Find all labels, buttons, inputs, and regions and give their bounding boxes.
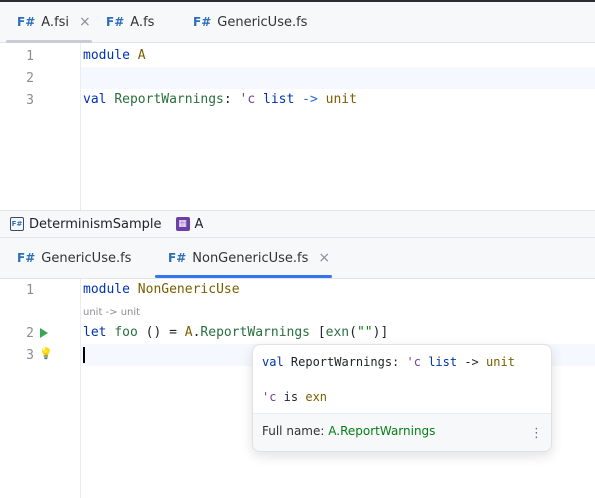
code-token: A [137, 48, 146, 63]
code-token: let [83, 325, 107, 340]
popup-signature: val ReportWarnings: 'c list -> unit [262, 355, 515, 369]
gutter-separator [80, 279, 81, 498]
breadcrumb: F# DeterminismSample ▦ A [0, 210, 595, 238]
module-icon: ▦ [175, 217, 190, 231]
quick-documentation-popup: val ReportWarnings: 'c list -> unit 'c i… [252, 344, 552, 452]
code-token: foo [114, 325, 138, 340]
tab-a-fs[interactable]: F# A.fs [106, 2, 154, 42]
breadcrumb-project[interactable]: F# DeterminismSample [10, 217, 162, 232]
code-token: val [83, 92, 107, 107]
code-token: ReportWarnings [200, 325, 310, 340]
tab-genericuse-fs[interactable]: F# GenericUse.fs [17, 238, 131, 278]
code-token: is [276, 390, 306, 404]
code-token: )] [372, 325, 389, 340]
tab-label: GenericUse.fs [217, 14, 308, 30]
code-token: NonGenericUse [137, 282, 240, 297]
tab-label: A.fs [130, 14, 155, 30]
line-number: 3 [26, 93, 34, 108]
full-name-label: Full name: [262, 424, 325, 438]
breadcrumb-project-label: DeterminismSample [29, 216, 162, 232]
breadcrumb-namespace-label: A [194, 216, 204, 232]
current-line-highlight [81, 67, 595, 89]
popup-generic-info: 'c is exn [262, 390, 327, 404]
fsharp-project-icon: F# [10, 217, 24, 231]
top-editor[interactable]: 1 2 3 module A val ReportWarnings: 'c li… [0, 43, 595, 210]
top-tab-bar: F# A.fsi × F# A.fs F# GenericUse.fs [0, 2, 595, 43]
tab-genericuse-fs[interactable]: F# GenericUse.fs [193, 2, 307, 42]
code-token: unit [486, 355, 515, 369]
code-token: "" [356, 325, 373, 340]
tab-a-fsi[interactable]: F# A.fsi × [17, 2, 91, 42]
popup-footer: Full name: A.ReportWarnings ⋮ [253, 414, 551, 451]
tab-nongenericuse-fs[interactable]: F# NonGenericUse.fs × [168, 238, 330, 278]
code-token: val [262, 355, 284, 369]
active-tab-indicator [155, 275, 332, 278]
code-token: exn [305, 390, 328, 404]
line-number: 2 [26, 71, 34, 86]
close-icon[interactable]: × [318, 250, 330, 266]
code-token: ( [349, 325, 357, 340]
code-token: 'c [239, 92, 256, 107]
line-number: 1 [26, 49, 34, 64]
full-name-value[interactable]: A.ReportWarnings [328, 424, 435, 438]
more-options-icon[interactable]: ⋮ [530, 426, 543, 441]
code-token: exn [325, 325, 350, 340]
code-token: 'c [406, 355, 421, 369]
code-token: list [428, 355, 458, 369]
code-line: module NonGenericUse [83, 282, 240, 297]
run-icon[interactable] [40, 328, 48, 338]
fsharp-file-icon: F# [17, 251, 36, 265]
code-line: module A [83, 48, 146, 63]
code-token: ReportWarnings: [283, 355, 407, 369]
fsharp-file-icon: F# [193, 15, 212, 29]
close-icon[interactable]: × [79, 14, 91, 30]
code-token: unit [325, 92, 357, 107]
code-token: -> [302, 92, 318, 107]
tab-label: NonGenericUse.fs [192, 250, 309, 266]
code-line: val ReportWarnings: 'c list -> unit [83, 92, 357, 107]
breadcrumb-namespace[interactable]: ▦ A [175, 216, 204, 232]
code-line: let foo () = A.ReportWarnings [exn("")] [83, 325, 388, 340]
code-token: () = [137, 325, 185, 340]
code-token: list [263, 92, 295, 107]
code-token: -> [457, 355, 487, 369]
line-number: 3 [26, 348, 34, 363]
code-token: [ [310, 325, 326, 340]
fsharp-file-icon: F# [17, 15, 36, 29]
code-token: module [83, 48, 130, 63]
tab-label: GenericUse.fs [41, 250, 132, 266]
line-number: 2 [26, 326, 34, 341]
tab-label: A.fsi [41, 14, 70, 30]
line-number: 1 [26, 283, 34, 298]
code-token: 'c [262, 390, 277, 404]
fsharp-file-icon: F# [106, 15, 125, 29]
popup-full-name: Full name: A.ReportWarnings [262, 424, 435, 438]
code-token: A [184, 325, 193, 340]
fsharp-file-icon: F# [168, 251, 187, 265]
lightbulb-icon[interactable]: 💡 [39, 347, 53, 360]
code-token: : [223, 92, 240, 107]
inlay-type-hint: unit -> unit [83, 307, 141, 318]
text-caret [83, 347, 85, 363]
bottom-tab-bar: F# GenericUse.fs F# NonGenericUse.fs × [0, 238, 595, 279]
code-token: ReportWarnings [114, 92, 224, 107]
code-token: module [83, 282, 130, 297]
